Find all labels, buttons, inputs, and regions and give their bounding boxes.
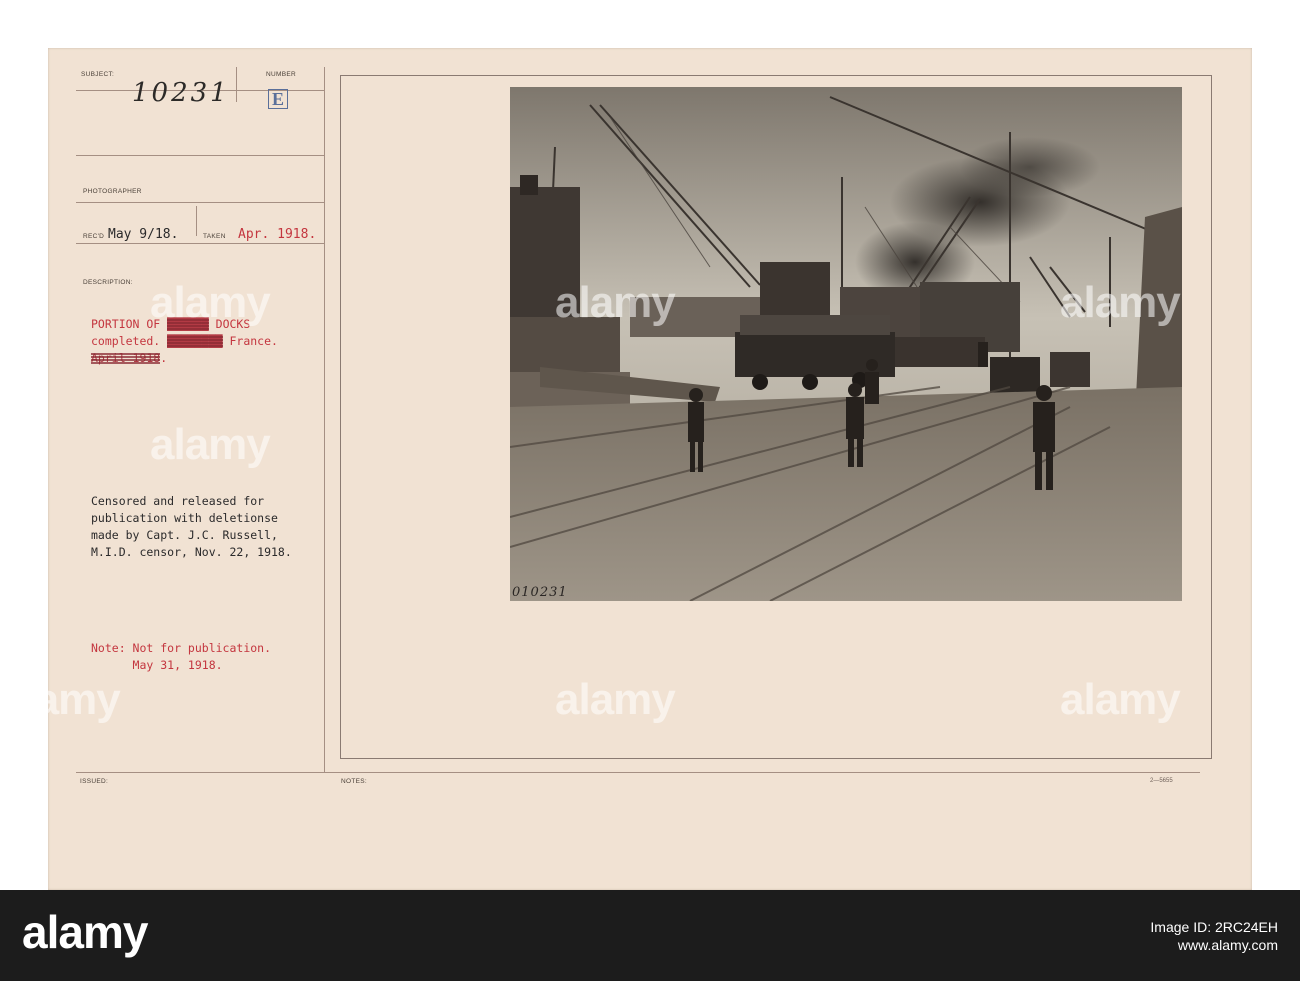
label-notes: NOTES: [341,778,367,785]
alamy-logo: alamy [22,906,148,958]
publication-note: Note: Not for publication. May 31, 1918. [91,641,272,672]
rule [76,155,324,156]
watermark: alamy [150,420,271,469]
dock-photograph [510,87,1182,601]
subject-number: 10231 [132,78,230,108]
watermark: alamy [1060,675,1181,724]
image-id: Image ID: 2RC24EH [1150,919,1278,935]
censor-note: Censored and released for publication wi… [91,494,292,559]
taken-date: Apr. 1918. [238,227,317,242]
rule [76,202,324,203]
watermark: alamy [0,675,121,724]
rule [324,67,325,772]
recd-date: May 9/18. [108,227,179,242]
description-line-2: completed. ████████ France. [91,334,278,348]
form-code: 2—5655 [1150,778,1173,784]
footer-bar [0,890,1300,981]
rule [196,206,197,236]
dock-scene [510,87,1182,601]
description-line-3: April 1918. [91,351,168,365]
label-issued: ISSUED: [80,778,109,785]
rule [236,67,237,102]
label-subject: SUBJECT: [81,71,115,78]
watermark: alamy [555,675,676,724]
watermark: alamy [150,278,271,327]
label-recd: REC'D [83,233,105,240]
site-url: www.alamy.com [1177,937,1278,953]
label-taken: TAKEN [203,233,226,240]
photo-number: 010231 [512,585,568,600]
label-description: DESCRIPTION: [83,279,133,286]
watermark: alamy [1060,278,1181,327]
redacted-text: ████████ [167,334,223,348]
rule [76,243,324,244]
label-number: NUMBER [266,71,296,78]
number-letter: E [268,89,289,109]
image-info: Image ID: 2RC24EH www.alamy.com [1150,918,1278,954]
label-photographer: PHOTOGRAPHER [83,188,142,195]
rule [76,772,1200,773]
redacted-text: April 1918 [91,351,161,365]
watermark: alamy [555,278,676,327]
